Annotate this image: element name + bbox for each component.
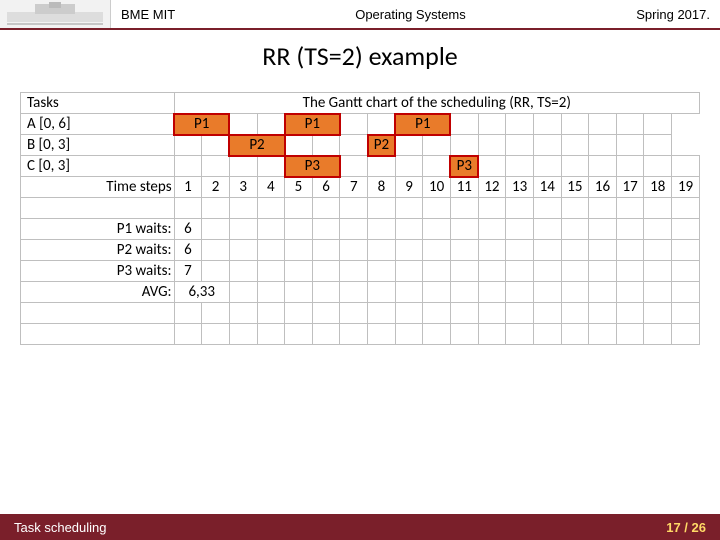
ts-18: 18 (644, 177, 672, 198)
blank-row-3 (21, 324, 700, 345)
gantt-table-wrap: Tasks The Gantt chart of the scheduling … (20, 92, 700, 345)
col-chart-header: The Gantt chart of the scheduling (RR, T… (174, 93, 699, 114)
ts-3: 3 (229, 177, 257, 198)
footer-page-number: 17 / 26 (666, 520, 720, 535)
ts-4: 4 (257, 177, 285, 198)
task-b-name: B [0, 3] (21, 135, 175, 156)
ts-10: 10 (423, 177, 451, 198)
task-c-block-2: P3 (450, 156, 478, 177)
ts-5: 5 (285, 177, 313, 198)
slide: BME MIT Operating Systems Spring 2017. R… (0, 0, 720, 540)
ts-9: 9 (395, 177, 423, 198)
header-term: Spring 2017. (540, 0, 720, 28)
ts-11: 11 (450, 177, 478, 198)
table-header-row: Tasks The Gantt chart of the scheduling … (21, 93, 700, 114)
task-b-block-1: P2 (229, 135, 284, 156)
avg-value: 6,33 (174, 282, 229, 303)
wait-row-p2: P2 waits: 6 (21, 240, 700, 261)
wait-p3-value: 7 (174, 261, 202, 282)
ts-2: 2 (202, 177, 230, 198)
task-a-block-3: P1 (395, 114, 450, 135)
task-row-b: B [0, 3] P2 P2 (21, 135, 700, 156)
timesteps-row: Time steps 1 2 3 4 5 6 7 8 9 10 11 12 13… (21, 177, 700, 198)
ts-8: 8 (368, 177, 396, 198)
wait-row-p3: P3 waits: 7 (21, 261, 700, 282)
wait-p2-label: P2 waits: (21, 240, 175, 261)
ts-15: 15 (561, 177, 589, 198)
footer-topic: Task scheduling (0, 520, 666, 535)
header-course: Operating Systems (281, 0, 540, 28)
ts-7: 7 (340, 177, 368, 198)
task-b-block-2: P2 (368, 135, 396, 156)
task-a-block-1: P1 (174, 114, 229, 135)
slide-title: RR (TS=2) example (0, 40, 720, 72)
ts-14: 14 (533, 177, 561, 198)
task-c-block-1: P3 (285, 156, 340, 177)
wait-p3-label: P3 waits: (21, 261, 175, 282)
wait-p2-value: 6 (174, 240, 202, 261)
header-org: BME MIT (111, 0, 281, 28)
wait-row-p1: P1 waits: 6 (21, 219, 700, 240)
col-tasks-header: Tasks (21, 93, 175, 114)
ts-13: 13 (506, 177, 534, 198)
ts-1: 1 (174, 177, 202, 198)
task-row-c: C [0, 3] P3 P3 (21, 156, 700, 177)
wait-p1-value: 6 (174, 219, 202, 240)
gantt-table: Tasks The Gantt chart of the scheduling … (20, 92, 700, 345)
university-logo (0, 0, 111, 28)
ts-19: 19 (672, 177, 700, 198)
avg-label: AVG: (21, 282, 175, 303)
avg-row: AVG: 6,33 (21, 282, 700, 303)
ts-12: 12 (478, 177, 506, 198)
task-a-block-2: P1 (285, 114, 340, 135)
task-row-a: A [0, 6] P1 P1 P1 (21, 114, 700, 135)
blank-row-2 (21, 303, 700, 324)
task-c-name: C [0, 3] (21, 156, 175, 177)
wait-p1-label: P1 waits: (21, 219, 175, 240)
slide-header: BME MIT Operating Systems Spring 2017. (0, 0, 720, 30)
timesteps-label: Time steps (21, 177, 175, 198)
blank-row-1 (21, 198, 700, 219)
task-a-name: A [0, 6] (21, 114, 175, 135)
slide-footer: Task scheduling 17 / 26 (0, 514, 720, 540)
ts-17: 17 (616, 177, 644, 198)
ts-16: 16 (589, 177, 617, 198)
ts-6: 6 (312, 177, 340, 198)
